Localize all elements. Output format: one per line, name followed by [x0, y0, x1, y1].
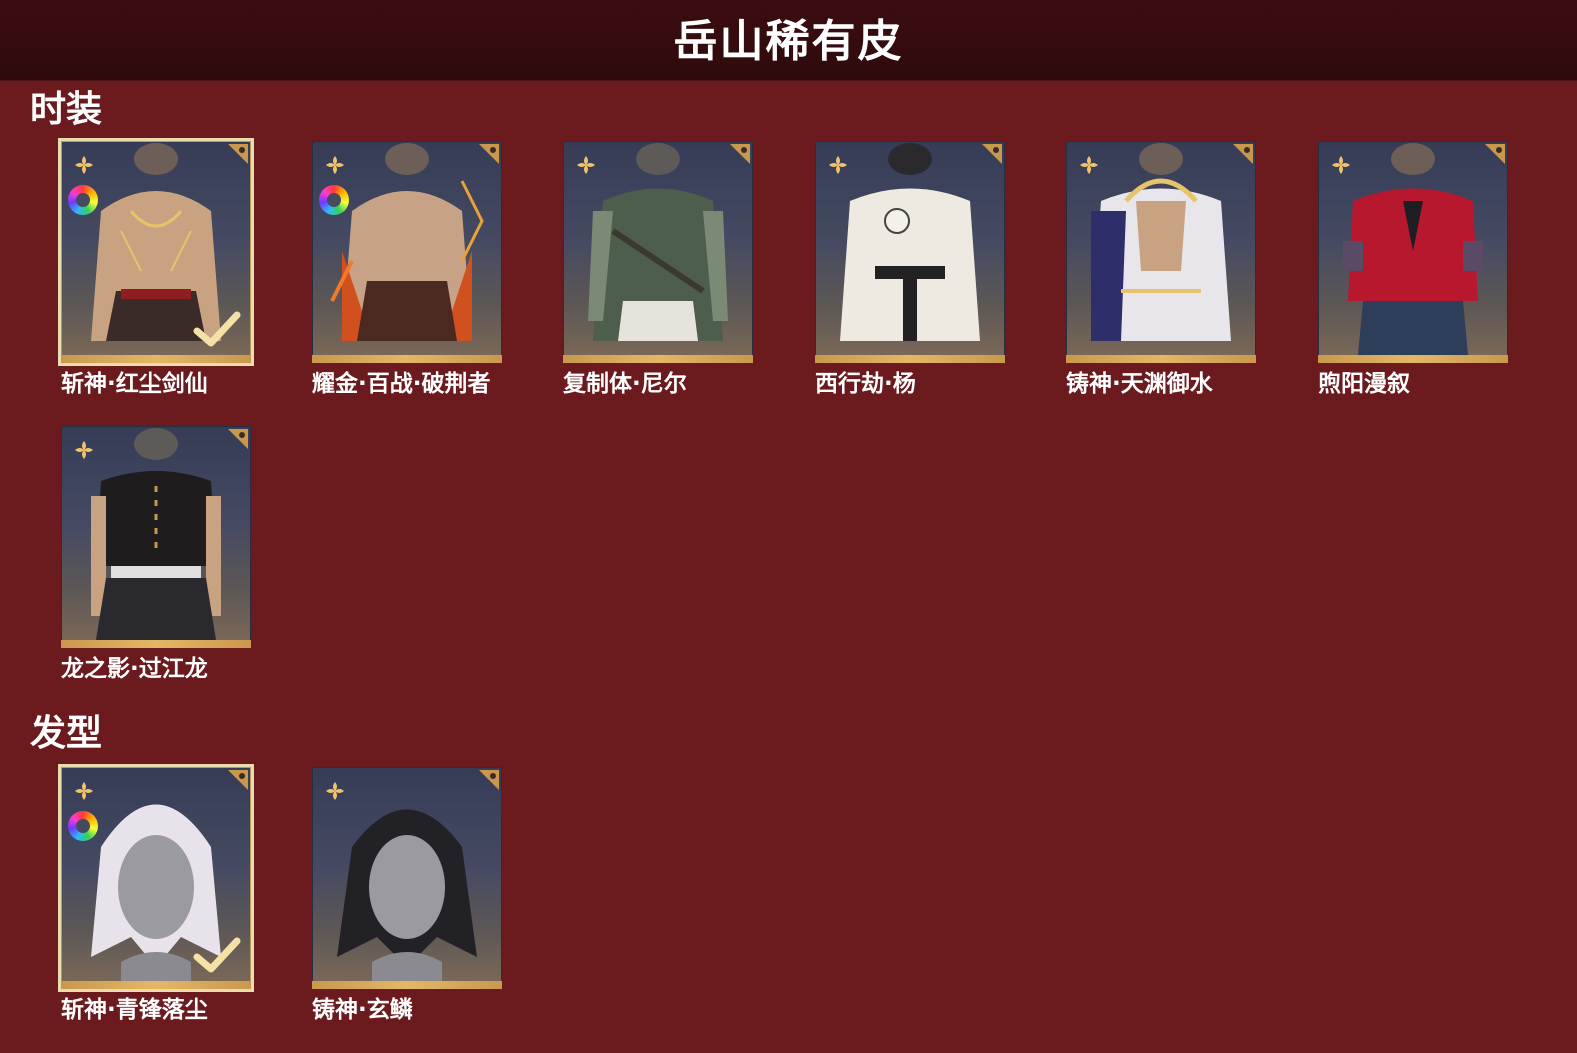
corner-badge-icon	[228, 770, 248, 790]
item-name: 煦阳漫叙	[1318, 371, 1410, 397]
dye-color-wheel-icon	[319, 185, 349, 215]
item-name: 龙之影·过江龙	[61, 656, 208, 682]
corner-badge-icon	[479, 144, 499, 164]
equipped-checkmark-icon	[193, 937, 241, 973]
outfit-item[interactable]: 斩神·红尘剑仙	[61, 141, 256, 399]
corner-badge-icon	[982, 144, 1002, 164]
item-name: 铸神·玄鳞	[312, 997, 413, 1023]
four-petal-flower-icon	[1080, 156, 1098, 174]
outfit-card[interactable]	[61, 141, 251, 363]
four-petal-flower-icon	[577, 156, 595, 174]
four-petal-flower-icon	[75, 156, 93, 174]
outfit-card[interactable]	[1318, 141, 1508, 363]
item-name: 复制体·尼尔	[563, 371, 687, 397]
four-petal-flower-icon	[326, 782, 344, 800]
rarity-bar	[1066, 355, 1256, 363]
page-title: 岳山稀有皮	[673, 16, 904, 67]
rarity-bar	[61, 981, 251, 989]
rarity-bar	[61, 640, 251, 648]
corner-badge-icon	[228, 144, 248, 164]
hairstyle-item[interactable]: 铸神·玄鳞	[312, 767, 507, 1025]
rarity-bar	[312, 981, 502, 989]
outfit-card[interactable]	[61, 426, 251, 648]
item-name: 耀金·百战·破荆者	[312, 371, 491, 397]
corner-badge-icon	[479, 770, 499, 790]
hairstyle-card[interactable]	[61, 767, 251, 989]
outfit-item[interactable]: 煦阳漫叙	[1318, 141, 1513, 399]
rarity-bar	[815, 355, 1005, 363]
rarity-bar	[563, 355, 753, 363]
outfit-card[interactable]	[312, 141, 502, 363]
corner-badge-icon	[1485, 144, 1505, 164]
rarity-bar	[1318, 355, 1508, 363]
rarity-bar	[312, 355, 502, 363]
section-title-hairstyles: 发型	[30, 713, 103, 754]
corner-badge-icon	[228, 429, 248, 449]
outfit-item[interactable]: 西行劫·杨	[815, 141, 1010, 399]
four-petal-flower-icon	[75, 782, 93, 800]
item-name: 斩神·红尘剑仙	[61, 371, 208, 397]
hairstyle-card[interactable]	[312, 767, 502, 989]
dye-color-wheel-icon	[68, 185, 98, 215]
corner-badge-icon	[730, 144, 750, 164]
dye-color-wheel-icon	[68, 811, 98, 841]
outfit-card[interactable]	[563, 141, 753, 363]
four-petal-flower-icon	[829, 156, 847, 174]
item-name: 斩神·青锋落尘	[61, 997, 208, 1023]
outfit-item[interactable]: 耀金·百战·破荆者	[312, 141, 507, 399]
equipped-checkmark-icon	[193, 311, 241, 347]
corner-badge-icon	[1233, 144, 1253, 164]
item-name: 西行劫·杨	[815, 371, 916, 397]
four-petal-flower-icon	[326, 156, 344, 174]
rarity-bar	[61, 355, 251, 363]
outfit-card[interactable]	[815, 141, 1005, 363]
outfit-item[interactable]: 复制体·尼尔	[563, 141, 758, 399]
four-petal-flower-icon	[1332, 156, 1350, 174]
hairstyle-item[interactable]: 斩神·青锋落尘	[61, 767, 256, 1025]
item-name: 铸神·天渊御水	[1066, 371, 1213, 397]
four-petal-flower-icon	[75, 441, 93, 459]
outfit-card[interactable]	[1066, 141, 1256, 363]
page-header: 岳山稀有皮	[0, 0, 1577, 81]
section-title-outfits: 时装	[30, 89, 103, 130]
outfit-item[interactable]: 龙之影·过江龙	[61, 426, 256, 684]
outfit-item[interactable]: 铸神·天渊御水	[1066, 141, 1261, 399]
